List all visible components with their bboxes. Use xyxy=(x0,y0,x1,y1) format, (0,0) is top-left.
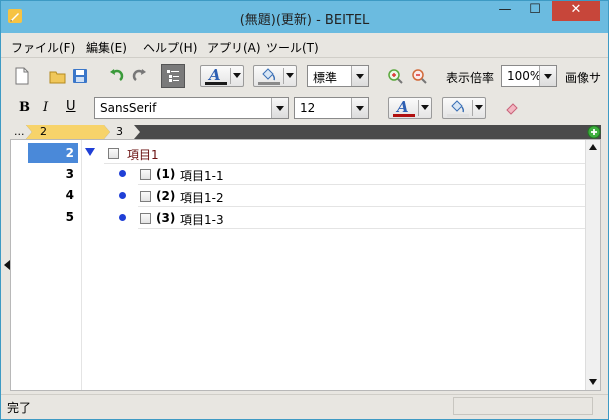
zoom-in-icon[interactable] xyxy=(384,65,406,87)
vertical-scrollbar[interactable] xyxy=(585,140,600,390)
save-icon[interactable] xyxy=(69,65,91,87)
open-folder-icon[interactable] xyxy=(47,65,69,87)
highlight-color-dropdown[interactable] xyxy=(442,97,486,119)
status-text: 完了 xyxy=(7,401,32,415)
breadcrumb: ... 2 3 xyxy=(10,125,601,139)
row-number-label: (2) xyxy=(156,189,176,203)
row-checkbox[interactable] xyxy=(140,169,151,180)
row-text[interactable]: 項目1 xyxy=(127,146,159,163)
row-text[interactable]: 項目1-2 xyxy=(180,189,224,206)
italic-button[interactable]: I xyxy=(43,100,48,115)
bold-button[interactable]: B xyxy=(19,100,30,115)
row-checkbox[interactable] xyxy=(140,191,151,202)
font-color-swatch xyxy=(205,82,227,85)
chevron-down-icon xyxy=(233,73,241,78)
font-color-dropdown[interactable]: A xyxy=(200,65,244,87)
row-number[interactable]: 5 xyxy=(28,207,78,227)
breadcrumb-item-3[interactable]: 3 xyxy=(110,125,134,139)
menu-help[interactable]: ヘルプ(H) xyxy=(143,39,197,56)
menu-app[interactable]: アプリ(A) xyxy=(207,39,261,56)
undo-icon[interactable] xyxy=(105,65,127,87)
zoom-label: 表示倍率 xyxy=(446,71,495,85)
row-number-label: (3) xyxy=(156,211,176,225)
chevron-down-icon xyxy=(351,66,368,86)
new-file-icon[interactable] xyxy=(11,65,33,87)
chevron-down-icon xyxy=(539,66,556,86)
scroll-down-icon[interactable] xyxy=(589,379,597,385)
row-divider xyxy=(138,228,586,229)
font-family-select[interactable]: SansSerif xyxy=(94,97,289,119)
status-panel xyxy=(453,397,593,415)
chevron-down-icon xyxy=(421,105,429,110)
chevron-down-icon xyxy=(351,98,368,118)
underline-button[interactable]: U xyxy=(66,99,76,114)
row-number-label: (1) xyxy=(156,167,176,181)
bullet-icon xyxy=(119,192,126,199)
format-toolbar: B I U SansSerif 12 A xyxy=(1,93,608,123)
chevron-down-icon xyxy=(286,73,294,78)
status-bar: 完了 xyxy=(1,394,608,419)
maximize-button[interactable]: ☐ xyxy=(521,1,549,21)
menu-tools[interactable]: ツール(T) xyxy=(266,39,319,56)
row-checkbox[interactable] xyxy=(140,213,151,224)
breadcrumb-ellipsis[interactable]: ... xyxy=(8,125,28,139)
title-bar: (無題)(更新) - BEITEL — ☐ ✕ xyxy=(1,1,608,33)
highlight-color-swatch xyxy=(447,114,469,117)
text-color-swatch xyxy=(393,114,415,117)
bullet-icon xyxy=(119,214,126,221)
chevron-down-icon xyxy=(475,105,483,110)
menu-bar: ファイル(F) 編集(E) ヘルプ(H) アプリ(A) ツール(T) xyxy=(1,33,608,58)
image-size-label: 画像サ xyxy=(565,71,602,85)
bullet-icon xyxy=(119,170,126,177)
paint-bucket-icon xyxy=(262,68,276,81)
left-collapse-strip[interactable] xyxy=(1,139,10,391)
row-checkbox[interactable] xyxy=(108,148,119,159)
eraser-icon[interactable] xyxy=(501,97,523,119)
row-text[interactable]: 項目1-3 xyxy=(180,211,224,228)
scroll-up-icon[interactable] xyxy=(589,144,597,150)
row-number[interactable]: 2 xyxy=(28,143,78,163)
fill-color-dropdown[interactable] xyxy=(253,65,297,87)
close-button[interactable]: ✕ xyxy=(552,1,600,21)
font-size-select[interactable]: 12 xyxy=(294,97,369,119)
collapse-triangle-icon[interactable] xyxy=(84,147,96,157)
row-divider xyxy=(138,206,586,207)
line-number-gutter: 2 3 4 5 xyxy=(28,140,82,390)
fill-color-swatch xyxy=(258,82,280,85)
redo-icon[interactable] xyxy=(129,65,151,87)
paint-bucket-icon xyxy=(451,100,465,113)
outline-view-icon[interactable] xyxy=(161,64,185,88)
minimize-button[interactable]: — xyxy=(491,1,519,21)
zoom-select[interactable]: 100% xyxy=(501,65,557,87)
row-number[interactable]: 4 xyxy=(28,185,78,205)
breadcrumb-item-2[interactable]: 2 xyxy=(34,125,104,139)
text-color-dropdown[interactable]: A xyxy=(388,97,432,119)
main-toolbar: A 標準 表示倍率 100% 画像サ xyxy=(1,59,608,94)
outline-editor[interactable]: 2 3 4 5 項目1 (1) 項目1-1 (2) 項目1-2 (3) 項目1-… xyxy=(10,139,601,391)
menu-file[interactable]: ファイル(F) xyxy=(11,39,75,56)
row-text[interactable]: 項目1-1 xyxy=(180,167,224,184)
app-window: (無題)(更新) - BEITEL — ☐ ✕ ファイル(F) 編集(E) ヘル… xyxy=(0,0,609,420)
style-select[interactable]: 標準 xyxy=(307,65,369,87)
row-divider xyxy=(104,163,586,164)
zoom-out-icon[interactable] xyxy=(408,65,430,87)
add-icon[interactable] xyxy=(587,125,601,139)
menu-edit[interactable]: 編集(E) xyxy=(86,39,127,56)
row-number[interactable]: 3 xyxy=(28,164,78,184)
row-divider xyxy=(138,184,586,185)
chevron-down-icon xyxy=(271,98,288,118)
